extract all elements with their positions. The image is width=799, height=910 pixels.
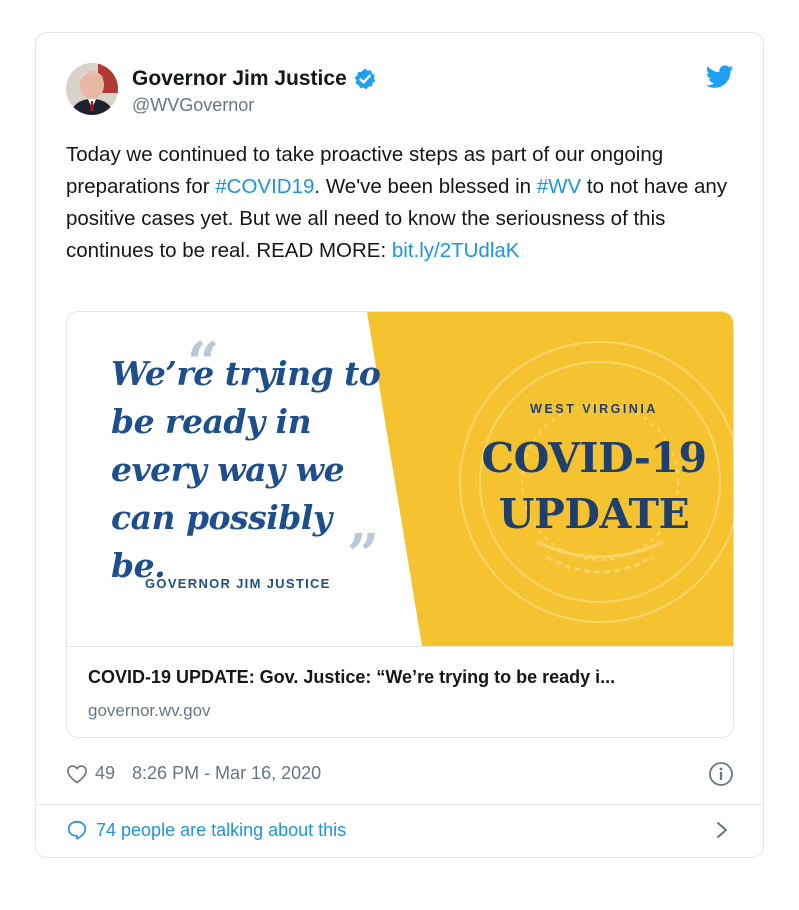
card-title[interactable]: COVID-19 UPDATE: Gov. Justice: “We’re tr… [88,667,718,688]
tweet-text: Today we continued to take proactive ste… [66,139,746,267]
hashtag-covid19-link[interactable]: #COVID19 [215,175,314,198]
card-footer[interactable]: COVID-19 UPDATE: Gov. Justice: “We’re tr… [67,646,733,737]
card-image[interactable]: “ ” We’re trying to be ready in every wa… [67,312,733,646]
read-more-link[interactable]: bit.ly/2TUdlaK [392,239,520,262]
divider [36,804,763,805]
card-quote-attribution: GOVERNOR JIM JUSTICE [145,576,331,591]
avatar[interactable] [66,63,118,115]
tweet-text-part: . We've been blessed in [314,175,537,198]
conversation-link[interactable]: 74 people are talking about this [66,819,346,841]
like-count[interactable]: 49 [95,763,115,784]
hashtag-wv-link[interactable]: #WV [537,175,581,198]
twitter-bird-icon[interactable] [706,65,734,89]
conversation-label[interactable]: 74 people are talking about this [96,820,346,841]
author-name-text[interactable]: Governor Jim Justice [132,67,347,91]
info-icon[interactable] [708,761,734,787]
tweet-timestamp[interactable]: 8:26 PM - Mar 16, 2020 [132,763,321,784]
card-state-label: WEST VIRGINIA [530,402,658,416]
card-update-title-line1: COVID-19 [481,434,707,482]
card-update-title: COVID-19 UPDATE [459,430,729,542]
card-domain: governor.wv.gov [88,701,211,720]
card-update-title-line2: UPDATE [498,490,690,538]
verified-badge-icon [354,68,376,90]
link-preview-card[interactable]: “ ” We’re trying to be ready in every wa… [66,311,734,738]
author-handle[interactable]: @WVGovernor [132,95,254,116]
tweet-embed: Governor Jim Justice @WVGovernor Today w… [35,32,764,858]
heart-icon[interactable] [66,764,88,784]
tweet-meta: 49 8:26 PM - Mar 16, 2020 [66,763,321,784]
card-quote: We’re trying to be ready in every way we… [111,354,381,585]
speech-bubble-icon [67,820,87,840]
chevron-right-icon[interactable] [712,819,732,841]
author-name[interactable]: Governor Jim Justice [132,67,377,91]
